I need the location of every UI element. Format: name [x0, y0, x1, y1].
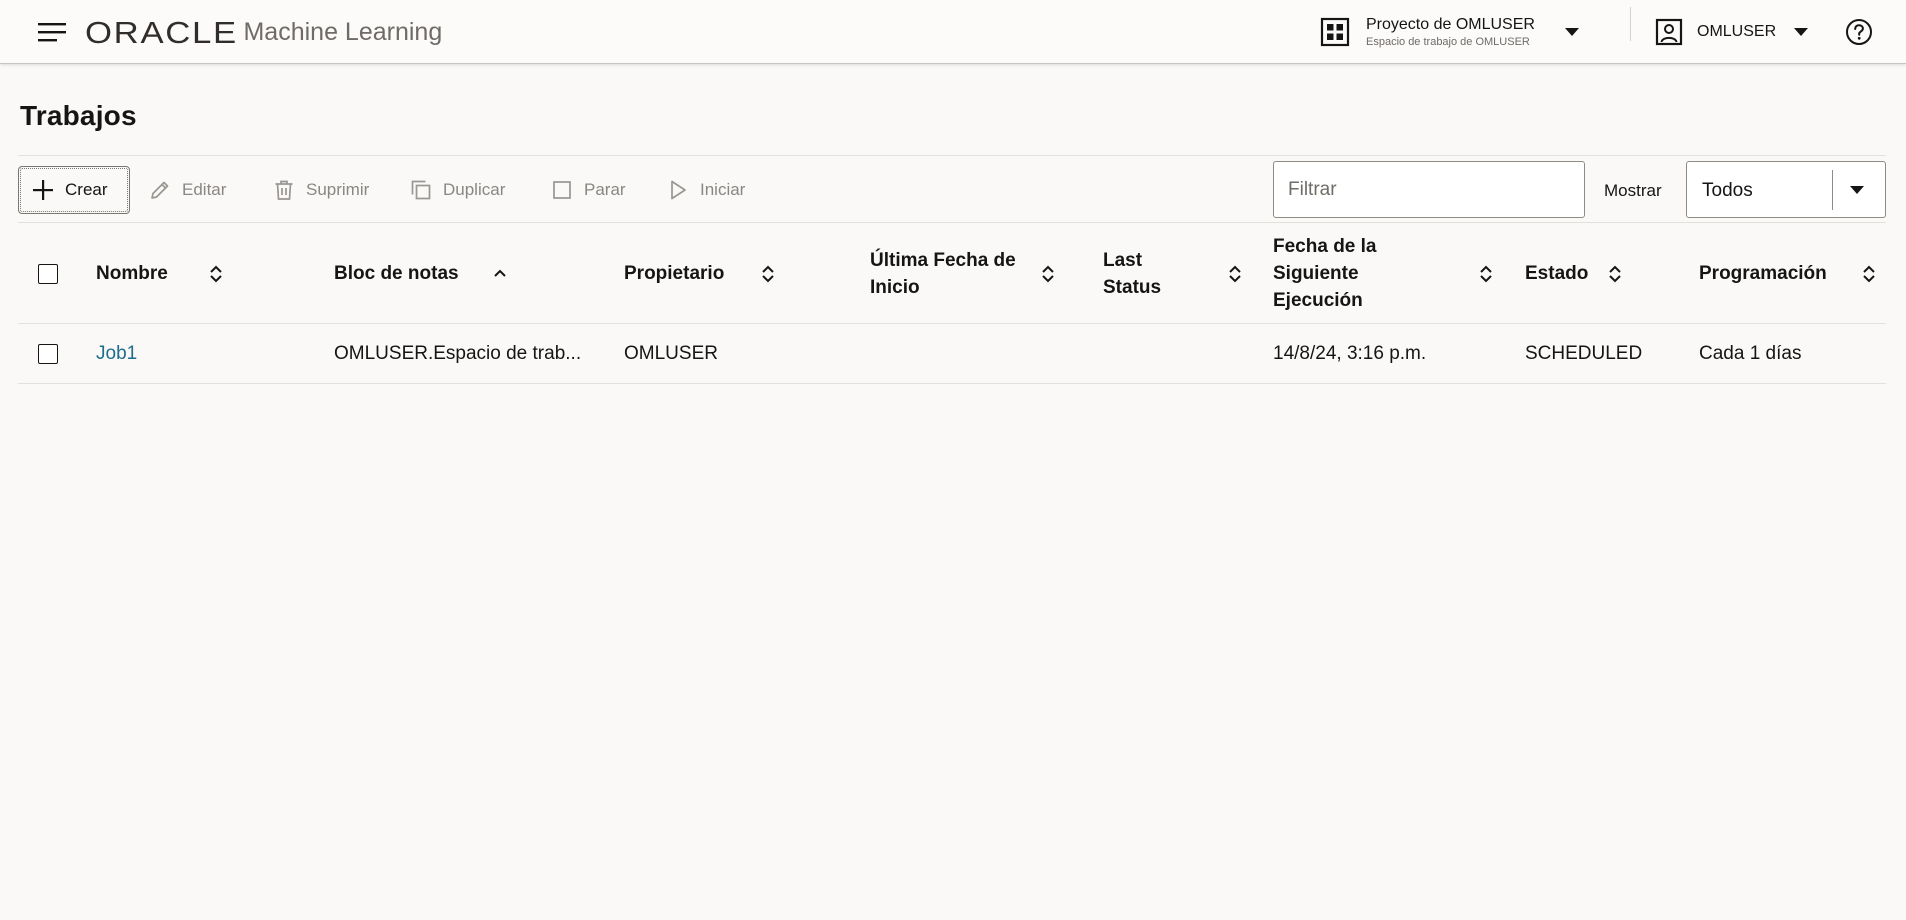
create-button-label: Crear: [65, 180, 108, 199]
page-title: Trabajos: [20, 100, 137, 131]
workspace-subtitle: Espacio de trabajo de OMLUSER: [1366, 36, 1530, 48]
sort-icon[interactable]: [1227, 264, 1243, 284]
project-title: Proyecto de OMLUSER: [1366, 16, 1535, 33]
user-icon: [1655, 18, 1683, 46]
stop-icon: [553, 181, 571, 199]
column-header-label: Estado: [1525, 263, 1589, 284]
column-header-last-start[interactable]: Última Fecha de Inicio: [870, 223, 1080, 324]
column-header-last-status[interactable]: Last Status: [1103, 223, 1263, 324]
select-divider: [1832, 170, 1833, 210]
grid-icon: [1320, 17, 1350, 47]
stop-button-label: Parar: [584, 180, 626, 199]
start-button[interactable]: Iniciar: [666, 166, 745, 214]
chevron-down-icon[interactable]: [1850, 186, 1864, 194]
duplicate-button-label: Duplicar: [443, 180, 506, 199]
table-row[interactable]: Job1 OMLUSER.Espacio de trab... OMLUSER …: [18, 324, 1886, 384]
hamburger-menu-icon[interactable]: [38, 20, 66, 44]
column-header-name[interactable]: Nombre: [96, 223, 306, 324]
column-header-label: Last Status: [1103, 249, 1162, 298]
sort-ascending-icon[interactable]: [492, 264, 508, 284]
sort-icon[interactable]: [1861, 264, 1877, 284]
owner-cell: OMLUSER: [624, 343, 718, 364]
column-header-label: Propietario: [624, 263, 725, 284]
column-header-next-run[interactable]: Fecha de la Siguiente Ejecución: [1273, 223, 1503, 324]
edit-button-label: Editar: [182, 180, 227, 199]
select-all-cell: [38, 223, 58, 324]
app-header: ORACLE Machine Learning Proyecto de OMLU…: [0, 0, 1906, 64]
edit-button[interactable]: Editar: [148, 166, 226, 214]
column-header-label: Programación: [1699, 263, 1827, 284]
delete-button-label: Suprimir: [306, 180, 370, 199]
column-header-schedule[interactable]: Programación: [1699, 223, 1886, 324]
column-header-notebook[interactable]: Bloc de notas: [334, 223, 614, 324]
stop-button[interactable]: Parar: [550, 166, 626, 214]
column-header-label: Nombre: [96, 263, 168, 284]
toolbar-divider-top: [18, 155, 1886, 156]
sort-icon[interactable]: [1478, 264, 1494, 284]
notebook-cell: OMLUSER.Espacio de trab...: [334, 343, 582, 364]
header-divider: [1630, 7, 1631, 41]
create-button[interactable]: Crear: [18, 166, 130, 214]
plus-icon: [33, 180, 53, 200]
start-button-label: Iniciar: [700, 180, 746, 199]
product-name: Machine Learning: [243, 18, 443, 46]
table-header-row: Nombre Bloc de notas Propietario Última …: [18, 223, 1886, 324]
user-menu[interactable]: OMLUSER: [1655, 16, 1809, 48]
filter-input[interactable]: [1273, 161, 1585, 218]
job-name-link[interactable]: Job1: [96, 324, 137, 384]
column-header-label: Fecha de la Siguiente Ejecución: [1273, 236, 1377, 311]
brand-logo: ORACLE Machine Learning: [85, 17, 442, 48]
chevron-down-icon: [1794, 28, 1809, 36]
show-select-value: Todos: [1702, 180, 1753, 201]
select-all-checkbox[interactable]: [38, 263, 58, 284]
column-header-owner[interactable]: Propietario: [624, 223, 854, 324]
row-checkbox[interactable]: [38, 344, 58, 364]
column-header-status[interactable]: Estado: [1525, 223, 1675, 324]
sort-icon[interactable]: [208, 264, 224, 284]
oracle-logo-text: ORACLE: [85, 15, 238, 50]
row-select-cell: [38, 324, 58, 384]
show-label: Mostrar: [1604, 181, 1662, 200]
copy-icon: [411, 180, 431, 200]
sort-icon[interactable]: [1607, 264, 1623, 284]
status-cell: SCHEDULED: [1525, 343, 1643, 364]
next-run-cell: 14/8/24, 3:16 p.m.: [1273, 343, 1427, 364]
show-select[interactable]: Todos: [1686, 161, 1886, 218]
play-icon: [671, 180, 686, 200]
column-header-label: Bloc de notas: [334, 263, 459, 284]
schedule-cell: Cada 1 días: [1699, 343, 1802, 364]
help-icon[interactable]: [1845, 18, 1873, 46]
trash-icon: [275, 180, 293, 200]
sort-icon[interactable]: [760, 264, 776, 284]
column-header-label: Última Fecha de Inicio: [870, 249, 1016, 298]
duplicate-button[interactable]: Duplicar: [409, 166, 505, 214]
chevron-down-icon: [1565, 28, 1579, 36]
pencil-icon: [151, 181, 169, 199]
sort-icon[interactable]: [1040, 264, 1056, 284]
user-name: OMLUSER: [1697, 23, 1777, 40]
project-selector[interactable]: Proyecto de OMLUSER Espacio de trabajo d…: [1320, 10, 1579, 54]
delete-button[interactable]: Suprimir: [272, 166, 369, 214]
